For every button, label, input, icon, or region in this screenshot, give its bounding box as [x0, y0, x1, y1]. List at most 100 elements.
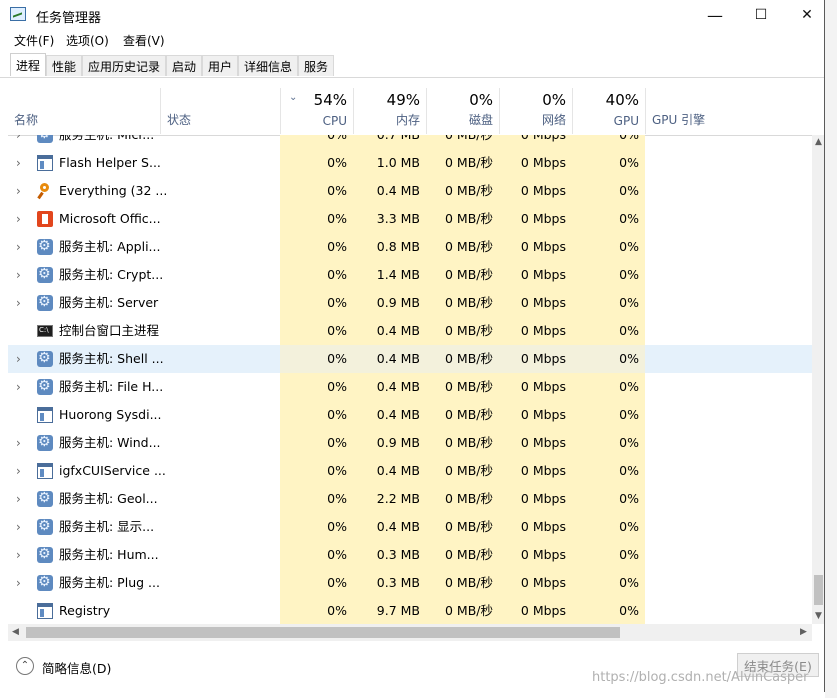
process-name: 服务主机: Wind... — [59, 435, 161, 450]
process-cpu-value: 0% — [280, 597, 353, 624]
process-row[interactable]: ›服务主机: Server0%0.9 MB0 MB/秒0 Mbps0% — [8, 289, 812, 317]
process-memory-value: 0.9 MB — [353, 429, 426, 457]
column-status[interactable]: 状态 — [160, 88, 280, 134]
process-row[interactable]: › Microsoft Offic... 0% 3.3 MB 0 MB/秒 0 Mbps 0… — [8, 205, 812, 233]
process-row[interactable]: ›服务主机: File H...0%0.4 MB0 MB/秒0 Mbps0% — [8, 373, 812, 401]
vertical-scrollbar[interactable]: ▲ ▼ — [812, 135, 824, 624]
process-cpu-value: 0% — [280, 373, 353, 401]
process-status — [160, 233, 280, 261]
process-row[interactable]: Huorong Sysdi... 0% 0.4 MB 0 MB/秒 0 Mbps 0% — [8, 401, 812, 429]
process-disk-value: 0 MB/秒 — [426, 261, 499, 289]
process-memory-value: 0.9 MB — [353, 289, 426, 317]
close-button[interactable]: ✕ — [784, 0, 824, 30]
process-name: Huorong Sysdi... — [59, 407, 162, 422]
chevron-right-icon[interactable]: › — [16, 569, 21, 597]
process-row[interactable]: ›服务主机: Crypt...0%1.4 MB0 MB/秒0 Mbps0% — [8, 261, 812, 289]
process-name: Flash Helper S... — [59, 155, 161, 170]
chevron-right-icon[interactable]: › — [16, 233, 21, 261]
scroll-up-arrow-icon[interactable]: ▲ — [815, 137, 822, 147]
process-gpu-value: 0% — [572, 401, 645, 429]
chevron-right-icon[interactable]: › — [16, 513, 21, 541]
tab-app-history[interactable]: 应用历史记录 — [82, 55, 166, 76]
process-gpu-value: 0% — [572, 205, 645, 233]
column-cpu[interactable]: ⌄ 54% CPU — [280, 88, 353, 134]
process-row[interactable]: ›服务主机: Geol...0%2.2 MB0 MB/秒0 Mbps0% — [8, 485, 812, 513]
process-row[interactable]: ›服务主机: Plug ...0%0.3 MB0 MB/秒0 Mbps0% — [8, 569, 812, 597]
process-row[interactable]: › igfxCUIService ... 0% 0.4 MB 0 MB/秒 0 Mbps 0… — [8, 457, 812, 485]
process-row[interactable]: ›服务主机: 显示...0%0.4 MB0 MB/秒0 Mbps0% — [8, 513, 812, 541]
vertical-scroll-thumb[interactable] — [814, 575, 823, 605]
tab-users[interactable]: 用户 — [202, 55, 238, 76]
chevron-right-icon[interactable]: › — [16, 205, 21, 233]
scroll-down-arrow-icon[interactable]: ▼ — [815, 611, 822, 621]
chevron-right-icon[interactable]: › — [16, 261, 21, 289]
column-name-label: 名称 — [14, 113, 39, 127]
column-name[interactable]: 名称 — [8, 88, 160, 134]
process-status — [160, 513, 280, 541]
process-gpu-value: 0% — [572, 429, 645, 457]
menu-options[interactable]: 选项(O) — [66, 32, 109, 49]
menu-view[interactable]: 查看(V) — [123, 32, 165, 49]
process-name: 服务主机: 显示... — [59, 519, 155, 534]
process-network-value: 0 Mbps — [499, 149, 572, 177]
chevron-right-icon[interactable]: › — [16, 541, 21, 569]
chevron-right-icon[interactable]: › — [16, 177, 21, 205]
minimize-button[interactable]: — — [692, 0, 738, 30]
chevron-right-icon[interactable]: › — [16, 373, 21, 401]
chevron-right-icon[interactable]: › — [16, 289, 21, 317]
chevron-right-icon[interactable]: › — [16, 485, 21, 513]
horizontal-scrollbar[interactable]: ◀ ▶ — [8, 624, 812, 641]
window-icon — [37, 463, 53, 479]
process-gpu-value: 0% — [572, 233, 645, 261]
process-memory-value: 0.4 MB — [353, 177, 426, 205]
tab-services[interactable]: 服务 — [298, 55, 334, 76]
tab-processes[interactable]: 进程 — [10, 53, 46, 76]
process-network-value: 0 Mbps — [499, 317, 572, 345]
process-row[interactable]: ›服务主机: Micr...0%0.7 MB0 MB/秒0 Mbps0% — [8, 135, 812, 149]
process-name: igfxCUIService ... — [59, 463, 166, 478]
maximize-button[interactable]: ☐ — [738, 0, 784, 30]
process-row[interactable]: ›服务主机: Appli...0%0.8 MB0 MB/秒0 Mbps0% — [8, 233, 812, 261]
scroll-left-arrow-icon[interactable]: ◀ — [12, 627, 19, 637]
process-row[interactable]: ›服务主机: Shell ...0%0.4 MB0 MB/秒0 Mbps0% — [8, 345, 812, 373]
window-title: 任务管理器 — [36, 11, 102, 26]
gear-icon — [37, 490, 53, 507]
horizontal-scroll-thumb[interactable] — [26, 627, 620, 638]
process-row[interactable]: ›服务主机: Wind...0%0.9 MB0 MB/秒0 Mbps0% — [8, 429, 812, 457]
process-row[interactable]: 控制台窗口主进程0%0.4 MB0 MB/秒0 Mbps0% — [8, 317, 812, 345]
chevron-right-icon[interactable]: › — [16, 345, 21, 373]
background-desktop — [825, 0, 837, 698]
tab-details[interactable]: 详细信息 — [238, 55, 298, 76]
chevron-right-icon[interactable]: › — [16, 149, 21, 177]
column-gpu-engine[interactable]: GPU 引擎 — [645, 88, 812, 134]
tab-startup[interactable]: 启动 — [166, 55, 202, 76]
tab-performance[interactable]: 性能 — [46, 55, 82, 76]
chevron-right-icon[interactable]: › — [16, 457, 21, 485]
process-row[interactable]: › Everything (32 ... 0% 0.4 MB 0 MB/秒 0 Mbps 0… — [8, 177, 812, 205]
memory-total-percent: 49% — [386, 91, 420, 109]
column-network[interactable]: 0% 网络 — [499, 88, 572, 134]
chevron-right-icon[interactable]: › — [16, 135, 21, 149]
fewer-details-link[interactable]: 简略信息(D) — [42, 658, 111, 677]
chevron-right-icon[interactable]: › — [16, 429, 21, 457]
process-row[interactable]: › Flash Helper S... 0% 1.0 MB 0 MB/秒 0 Mbps 0% — [8, 149, 812, 177]
task-manager-window: 任务管理器 — ☐ ✕ 文件(F) 选项(O) 查看(V) 进程 性能 应用历史… — [0, 0, 825, 692]
column-memory[interactable]: 49% 内存 — [353, 88, 426, 134]
menu-file[interactable]: 文件(F) — [14, 32, 54, 49]
chevron-up-icon[interactable]: ⌃ — [16, 657, 34, 675]
process-network-value: 0 Mbps — [499, 401, 572, 429]
column-disk[interactable]: 0% 磁盘 — [426, 88, 499, 134]
process-row[interactable]: ›服务主机: Hum...0%0.3 MB0 MB/秒0 Mbps0% — [8, 541, 812, 569]
process-row[interactable]: Registry 0% 9.7 MB 0 MB/秒 0 Mbps 0% — [8, 597, 812, 624]
process-disk-value: 0 MB/秒 — [426, 541, 499, 569]
process-gpu-value: 0% — [572, 135, 645, 149]
scroll-right-arrow-icon[interactable]: ▶ — [800, 627, 807, 637]
process-gpu-value: 0% — [572, 289, 645, 317]
title-bar[interactable]: 任务管理器 — ☐ ✕ — [0, 0, 824, 30]
process-status — [160, 345, 280, 373]
process-gpu-value: 0% — [572, 597, 645, 624]
process-gpu-value: 0% — [572, 485, 645, 513]
process-status — [160, 457, 280, 485]
column-gpu[interactable]: 40% GPU — [572, 88, 645, 134]
process-status — [160, 205, 280, 233]
